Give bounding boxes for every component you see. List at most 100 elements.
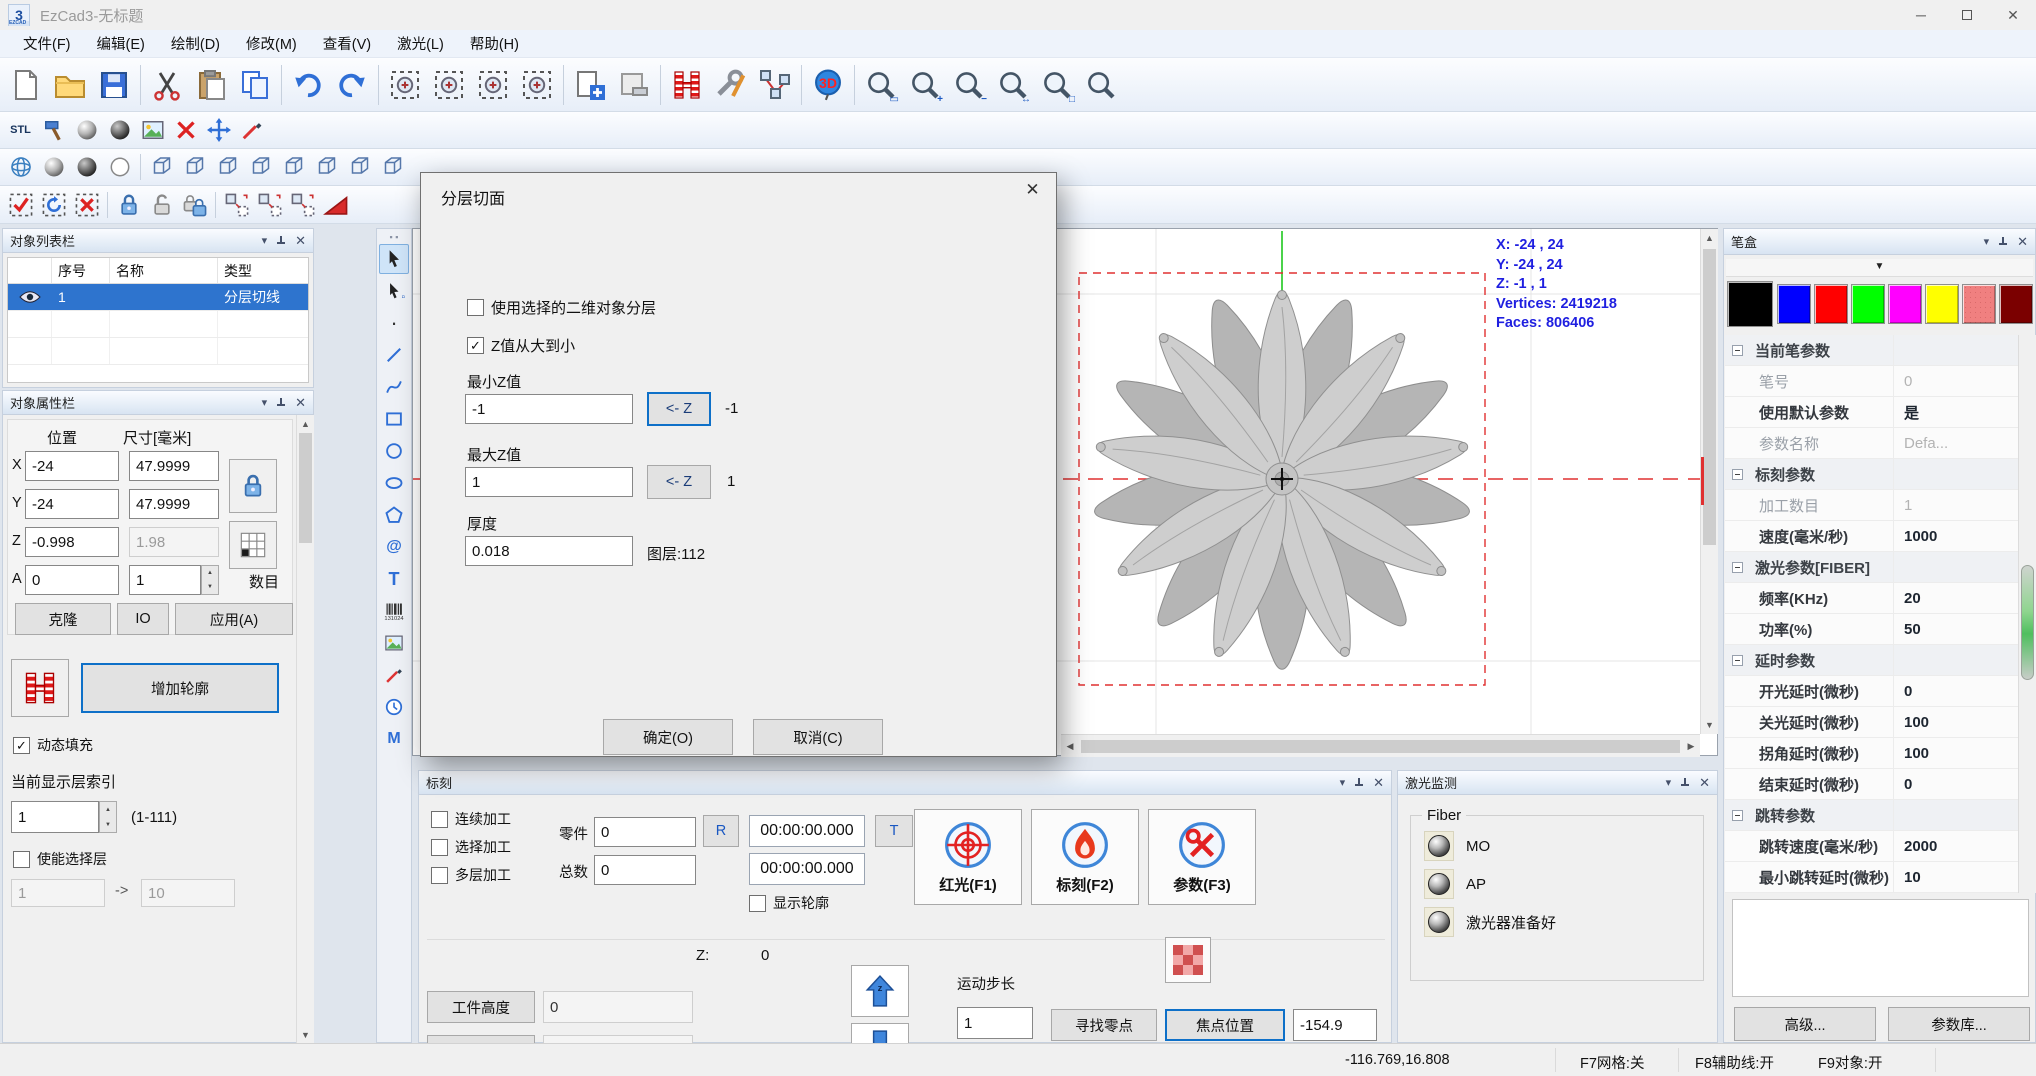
undo-button[interactable] xyxy=(286,62,330,108)
view-3d-button[interactable] xyxy=(806,62,850,108)
add-object-button[interactable] xyxy=(568,62,612,108)
pen-group-row[interactable]: 延时参数 xyxy=(1725,645,2018,676)
select-tool[interactable] xyxy=(379,244,409,274)
max-z-input[interactable]: 1 xyxy=(465,467,633,497)
step-input[interactable]: 1 xyxy=(957,1007,1033,1039)
max-z-pick-button[interactable]: <- Z xyxy=(647,465,711,499)
close-button[interactable]: ✕ xyxy=(1990,0,2036,30)
pen-param-row[interactable]: 加工数目1 xyxy=(1725,490,2018,521)
pen-param-row[interactable]: 使用默认参数是 xyxy=(1725,397,2018,428)
expand-colors-button[interactable]: ▼ xyxy=(1726,259,2033,277)
pen-param-row[interactable]: 结束延时(微秒)0 xyxy=(1725,769,2018,800)
wire-sphere-button[interactable] xyxy=(4,152,37,183)
add-outline-button[interactable]: 增加轮廓 xyxy=(81,663,279,713)
ellipse-tool[interactable] xyxy=(379,468,409,498)
model-texture-button[interactable] xyxy=(136,115,169,146)
align-3-button[interactable] xyxy=(286,189,319,220)
pen-color-2[interactable] xyxy=(1814,284,1848,324)
mark-f2-button[interactable]: 标刻(F2) xyxy=(1031,809,1139,905)
array-copy-3-button[interactable] xyxy=(471,62,515,108)
reset-count-button[interactable]: R xyxy=(703,815,739,847)
panel-menu-icon[interactable]: ▾ xyxy=(1340,776,1346,789)
model-build-button[interactable] xyxy=(37,115,70,146)
close-panel-icon[interactable]: ✕ xyxy=(1373,776,1384,789)
scroll-right-icon[interactable]: ▶ xyxy=(1682,741,1700,752)
array-copy-1-button[interactable] xyxy=(383,62,427,108)
align-1-button[interactable] xyxy=(220,189,253,220)
close-panel-icon[interactable]: ✕ xyxy=(1699,776,1710,789)
hatch-button[interactable] xyxy=(665,62,709,108)
viewport-vscrollbar[interactable]: ▲ ▼ xyxy=(1700,229,1718,734)
text-tool[interactable]: T xyxy=(379,564,409,594)
collapse-icon[interactable] xyxy=(1732,562,1743,573)
spiral-tool[interactable]: @ xyxy=(379,532,409,562)
continuous-checkbox[interactable]: 连续加工 xyxy=(431,809,511,829)
panel-menu-icon[interactable]: ▾ xyxy=(262,234,268,247)
f7-grid-status[interactable]: F7网格:关 xyxy=(1580,1052,1644,1073)
collapse-icon[interactable] xyxy=(1732,469,1743,480)
rectangle-tool[interactable] xyxy=(379,404,409,434)
close-panel-icon[interactable]: ✕ xyxy=(295,396,306,409)
param-f3-button[interactable]: 参数(F3) xyxy=(1148,809,1256,905)
thickness-input[interactable]: 0.018 xyxy=(465,536,633,566)
advanced-button[interactable]: 高级... xyxy=(1734,1007,1876,1041)
z-up-button[interactable] xyxy=(851,965,909,1017)
f8-guideline-status[interactable]: F8辅助线:开 xyxy=(1695,1052,1774,1073)
enable-layer-checkbox[interactable]: 使能选择层 xyxy=(13,849,107,869)
properties-scrollbar[interactable]: ▲ ▼ xyxy=(296,415,314,1044)
collapse-icon[interactable] xyxy=(1732,655,1743,666)
pen-color-6[interactable] xyxy=(1962,284,1996,324)
pen-color-1[interactable] xyxy=(1777,284,1811,324)
paste-button[interactable] xyxy=(233,62,277,108)
show-outline-checkbox[interactable]: 显示轮廓 xyxy=(749,893,829,913)
pin-icon[interactable] xyxy=(276,397,286,408)
close-panel-icon[interactable]: ✕ xyxy=(2017,235,2028,248)
scroll-up-icon[interactable]: ▲ xyxy=(297,415,314,429)
dynamic-fill-checkbox[interactable]: 动态填充 xyxy=(13,735,93,755)
total-input[interactable]: 0 xyxy=(594,855,696,885)
cube-view-6-button[interactable] xyxy=(310,152,343,183)
f9-object-status[interactable]: F9对象:开 xyxy=(1818,1052,1882,1073)
pen-param-row[interactable]: 功率(%)50 xyxy=(1725,614,2018,645)
pen-color-4[interactable] xyxy=(1888,284,1922,324)
find-zero-button[interactable]: 寻找零点 xyxy=(1051,1009,1157,1041)
object-row-empty[interactable] xyxy=(8,311,308,338)
z-descending-checkbox[interactable]: Z值从大到小 xyxy=(467,335,575,356)
node-edit-tool[interactable]: ▫ xyxy=(379,276,409,306)
pen-param-row[interactable]: 关光延时(微秒)100 xyxy=(1725,707,2018,738)
close-panel-icon[interactable]: ✕ xyxy=(295,234,306,247)
pen-param-row[interactable]: 笔号0 xyxy=(1725,366,2018,397)
cube-view-3-button[interactable] xyxy=(211,152,244,183)
model-sphere-button[interactable] xyxy=(70,115,103,146)
pen-group-row[interactable]: 标刻参数 xyxy=(1725,459,2018,490)
circle-tool[interactable] xyxy=(379,436,409,466)
model-slant-button[interactable] xyxy=(235,115,268,146)
ok-button[interactable]: 确定(O) xyxy=(603,719,733,755)
zoom-in-button[interactable]: + xyxy=(903,62,947,108)
hatch-edit-button[interactable] xyxy=(11,659,69,717)
panel-menu-icon[interactable]: ▾ xyxy=(1666,776,1672,789)
apply-button[interactable]: 应用(A) xyxy=(175,603,293,635)
red-light-button[interactable]: 红光(F1) xyxy=(914,809,1022,905)
scroll-thumb[interactable] xyxy=(2021,565,2034,680)
zoom-pan-button[interactable]: ↔ xyxy=(991,62,1035,108)
pen-grid-scrollbar[interactable] xyxy=(2018,335,2036,893)
eye-icon[interactable] xyxy=(19,291,41,303)
count-input[interactable]: 1 xyxy=(129,565,201,595)
x-pos-input[interactable]: -24 xyxy=(25,451,119,481)
layer-index-spinner[interactable]: ▲▼ xyxy=(99,801,117,833)
system-config-button[interactable] xyxy=(709,62,753,108)
slope-button[interactable] xyxy=(319,189,352,220)
pen-color-5[interactable] xyxy=(1925,284,1959,324)
collapse-icon[interactable] xyxy=(1732,810,1743,821)
clone-button[interactable]: 克隆 xyxy=(15,603,111,635)
rotate-transform-button[interactable] xyxy=(37,189,70,220)
pen-param-row[interactable]: 频率(KHz)20 xyxy=(1725,583,2018,614)
pen-color-3[interactable] xyxy=(1851,284,1885,324)
polygon-tool[interactable] xyxy=(379,500,409,530)
node-connect-button[interactable] xyxy=(753,62,797,108)
dark-ball-button[interactable] xyxy=(70,152,103,183)
pin-icon[interactable] xyxy=(1354,777,1364,788)
array-copy-2-button[interactable] xyxy=(427,62,471,108)
scroll-up-icon[interactable]: ▲ xyxy=(1701,229,1718,243)
